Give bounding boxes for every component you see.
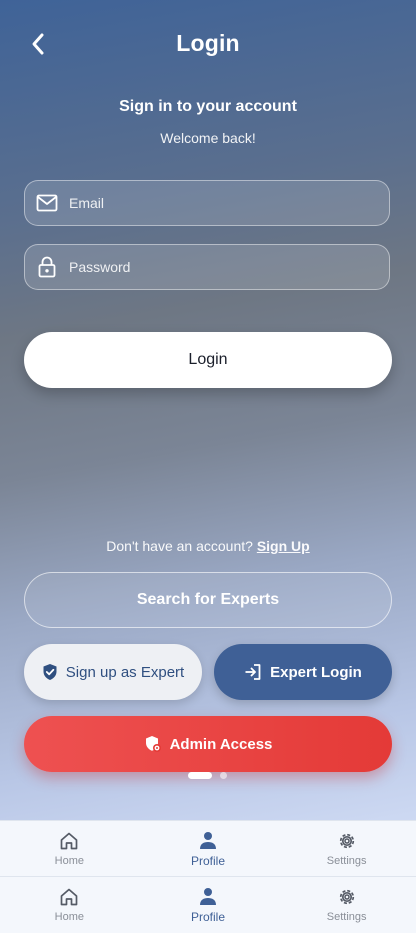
page-dot-active[interactable] — [188, 772, 212, 779]
signup-prompt: Don't have an account? Sign Up — [0, 538, 416, 554]
page-indicator — [188, 772, 227, 779]
home-icon — [60, 888, 78, 906]
password-placeholder: Password — [69, 259, 131, 275]
login-button[interactable]: Login — [24, 332, 392, 388]
nav-label-home: Home — [54, 911, 84, 923]
sign-up-link[interactable]: Sign Up — [257, 538, 310, 554]
gear-icon — [339, 833, 354, 849]
login-screen: Login Sign in to your account Welcome ba… — [0, 0, 416, 933]
signup-prompt-text: Don't have an account? — [106, 538, 257, 554]
bottom-nav: Home Profile Settings — [0, 820, 416, 877]
page-dot[interactable] — [220, 772, 227, 779]
expert-login-button[interactable]: Expert Login — [214, 644, 392, 700]
person-icon — [200, 832, 216, 849]
gear-icon — [339, 889, 354, 905]
nav-item-profile[interactable]: Profile — [139, 821, 278, 877]
admin-access-button[interactable]: Admin Access — [24, 716, 392, 772]
login-arrow-icon — [245, 664, 261, 680]
nav-label-profile: Profile — [191, 854, 226, 868]
nav-label-settings: Settings — [326, 855, 367, 867]
sign-in-heading: Sign in to your account — [119, 98, 297, 115]
bottom-nav: Home Profile Settings — [0, 876, 416, 933]
email-field[interactable]: Email — [24, 180, 390, 226]
admin-access-label: Admin Access — [169, 735, 273, 753]
nav-item-settings[interactable]: Settings — [277, 877, 416, 933]
admin-shield-icon — [145, 736, 161, 752]
mail-icon — [25, 194, 69, 212]
home-icon — [60, 832, 78, 850]
sign-up-expert-button[interactable]: Sign up as Expert — [24, 644, 202, 700]
nav-item-home[interactable]: Home — [0, 877, 139, 933]
sign-up-expert-label: Sign up as Expert — [65, 663, 185, 681]
password-field[interactable]: Password — [24, 244, 390, 290]
nav-label-home: Home — [54, 855, 84, 867]
shield-check-icon — [43, 664, 57, 680]
nav-label-profile: Profile — [191, 910, 226, 924]
expert-login-label: Expert Login — [270, 663, 362, 681]
welcome-text: Welcome back! — [160, 130, 256, 146]
nav-label-settings: Settings — [326, 911, 367, 923]
search-experts-button[interactable]: Search for Experts — [24, 572, 392, 628]
lock-icon — [25, 256, 69, 278]
nav-item-home[interactable]: Home — [0, 821, 139, 877]
nav-item-profile[interactable]: Profile — [139, 877, 278, 933]
email-placeholder: Email — [69, 195, 105, 211]
page-title: Login — [176, 30, 240, 56]
person-icon — [200, 888, 216, 905]
nav-item-settings[interactable]: Settings — [277, 821, 416, 877]
